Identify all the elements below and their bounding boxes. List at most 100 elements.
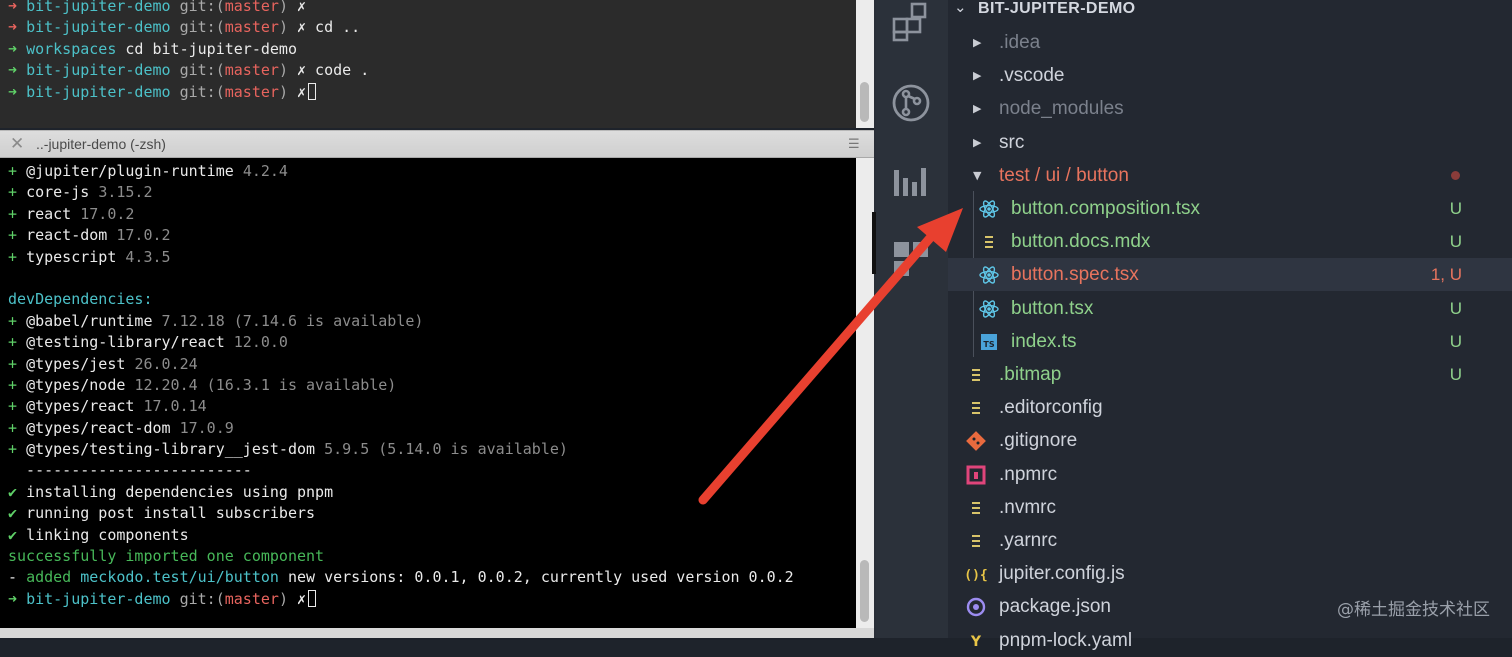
- chevron-down-icon[interactable]: ▼: [973, 159, 987, 192]
- explorer-item[interactable]: ▶ node_modules: [948, 92, 1512, 125]
- terminal-bottom-output: + @jupiter/plugin-runtime 4.2.4 + core-js…: [8, 161, 794, 610]
- explorer-item-label: .idea: [999, 32, 1041, 53]
- explorer-item[interactable]: button.tsx U: [948, 292, 1512, 325]
- terminal-line: + @types/react 17.0.14: [8, 396, 794, 417]
- terminal-line: + @testing-library/react 12.0.0: [8, 332, 794, 353]
- explorer-item[interactable]: TS index.ts U: [948, 325, 1512, 358]
- terminal-text: ): [278, 82, 297, 101]
- terminal-text: @babel/runtime: [26, 311, 162, 330]
- explorer-item[interactable]: button.composition.tsx U: [948, 192, 1512, 225]
- explorer-item[interactable]: .npmrc: [948, 458, 1512, 491]
- terminal-text: workspaces: [26, 39, 126, 58]
- explorer-item[interactable]: ▼ test / ui / button: [948, 159, 1512, 192]
- git-status-badge: U: [1449, 365, 1462, 384]
- menu-icon[interactable]: ☰: [848, 137, 860, 152]
- explorer-item-label: package.json: [999, 596, 1111, 618]
- terminal-line: ​: [8, 268, 794, 289]
- explorer-item-label: .gitignore: [999, 430, 1078, 452]
- analytics-icon[interactable]: [890, 160, 932, 202]
- chevron-down-icon[interactable]: ⌄: [954, 0, 967, 16]
- terminal-text: cd bit-jupiter-demo: [125, 39, 297, 58]
- explorer-item-label: src: [999, 131, 1025, 153]
- chevron-right-icon[interactable]: ▶: [973, 59, 987, 92]
- git-icon: [965, 431, 987, 452]
- chevron-right-icon[interactable]: ▶: [973, 92, 987, 125]
- cursor-block: [308, 82, 317, 100]
- terminal-text: @jupiter/plugin-runtime: [26, 162, 243, 180]
- terminal-bottom-scroll-thumb[interactable]: [860, 560, 869, 622]
- terminal-text: 7.12.18 (7.14.6 is available): [161, 311, 424, 330]
- terminal-top-pane[interactable]: ➜ bit-jupiter-demo git:(master) ✗ ➜ bit-j…: [0, 0, 856, 128]
- terminal-text: ➜: [8, 39, 27, 58]
- terminal-text: react: [26, 204, 81, 223]
- terminal-text: 12.20.4 (16.3.1 is available): [134, 375, 397, 394]
- modified-dot: [1451, 170, 1460, 180]
- chevron-right-icon[interactable]: ▶: [973, 126, 987, 159]
- terminal-text: git:(: [179, 0, 225, 15]
- chevron-right-icon[interactable]: ▶: [973, 26, 987, 59]
- terminal-text: ✗: [297, 589, 307, 608]
- active-indicator: [872, 212, 876, 274]
- lines-icon: [965, 498, 987, 518]
- explorer-item[interactable]: button.docs.mdx U: [948, 225, 1512, 258]
- terminal-top-scroll-thumb[interactable]: [860, 82, 869, 122]
- lines-icon: [965, 398, 987, 418]
- terminal-tab[interactable]: ✕ ..-jupiter-demo (-zsh) ☰: [0, 130, 874, 158]
- blocks-icon[interactable]: [890, 238, 932, 280]
- explorer-item-label: jupiter.config.js: [999, 563, 1125, 585]
- react-icon: [978, 299, 1000, 319]
- terminal-text: +: [8, 183, 27, 202]
- terminal-text: 17.0.9: [179, 418, 234, 437]
- terminal-text: ✔: [8, 504, 27, 523]
- source-control-icon[interactable]: [890, 82, 932, 124]
- terminal-line: + @types/jest 26.0.24: [8, 354, 794, 375]
- terminal-text: master: [224, 589, 279, 608]
- cursor-block: [308, 589, 317, 607]
- terminal-text: @types/node: [26, 375, 135, 394]
- workspace-title: BIT-JUPITER-DEMO: [978, 0, 1136, 17]
- lines-icon: [965, 365, 987, 385]
- explorer-item[interactable]: .gitignore: [948, 424, 1512, 457]
- explorer-item[interactable]: .yarnrc: [948, 524, 1512, 557]
- explorer-item[interactable]: .bitmap U: [948, 358, 1512, 391]
- terminal-bottom-pane[interactable]: + @jupiter/plugin-runtime 4.2.4 + core-js…: [0, 158, 856, 628]
- explorer-item[interactable]: ▶ .vscode: [948, 59, 1512, 92]
- explorer-item[interactable]: ▶ .idea: [948, 26, 1512, 59]
- explorer-item-label: test / ui / button: [999, 164, 1129, 186]
- explorer-item[interactable]: .editorconfig: [948, 391, 1512, 424]
- svg-text:TS: TS: [983, 340, 994, 349]
- terminal-line: ✔ installing dependencies using pnpm: [8, 482, 794, 503]
- terminal-line: ➜ bit-jupiter-demo git:(master) ✗: [8, 589, 794, 610]
- explorer-header[interactable]: ⌄ BIT-JUPITER-DEMO: [948, 0, 1512, 22]
- terminal-text: 26.0.24: [134, 354, 198, 373]
- explorer-item-label: button.tsx: [1011, 297, 1094, 319]
- explorer-item[interactable]: Ypnpm-lock.yaml: [948, 624, 1512, 657]
- terminal-line: -------------------------: [8, 460, 794, 481]
- git-status-badge: U: [1449, 199, 1462, 218]
- terminal-text: ✗: [297, 0, 307, 15]
- explorer-item-label: button.docs.mdx: [1011, 231, 1151, 253]
- lines-icon: [965, 531, 987, 551]
- terminal-text: master: [224, 0, 279, 15]
- terminal-text: ✗: [297, 18, 307, 37]
- explorer-item[interactable]: button.spec.tsx 1, U: [948, 258, 1512, 292]
- extensions-icon[interactable]: [890, 2, 932, 44]
- terminal-text: @types/testing-library__jest-dom: [26, 440, 325, 459]
- explorer-item[interactable]: ▶ src: [948, 126, 1512, 159]
- terminal-line: devDependencies:: [8, 289, 794, 310]
- terminal-line: ➜ bit-jupiter-demo git:(master) ✗: [8, 82, 369, 103]
- terminal-text: +: [8, 311, 27, 330]
- terminal-text: new versions: 0.0.1, 0.0.2, currently us…: [278, 568, 794, 587]
- terminal-text: ✔: [8, 525, 27, 544]
- watermark: @稀土掘金技术社区: [1337, 600, 1490, 620]
- terminal-text: ): [278, 18, 297, 37]
- terminal-line: + react-dom 17.0.2: [8, 225, 794, 246]
- close-tab-icon[interactable]: ✕: [10, 134, 24, 154]
- terminal-line: - added meckodo.test/ui/button new versi…: [8, 567, 794, 588]
- terminal-line: ✔ running post install subscribers: [8, 503, 794, 524]
- terminal-text: installing dependencies using pnpm: [26, 482, 334, 501]
- svg-text:(){: (){: [965, 568, 987, 583]
- terminal-text: bit-jupiter-demo: [26, 82, 180, 101]
- explorer-item[interactable]: .nvmrc: [948, 491, 1512, 524]
- explorer-item[interactable]: (){ jupiter.config.js: [948, 557, 1512, 590]
